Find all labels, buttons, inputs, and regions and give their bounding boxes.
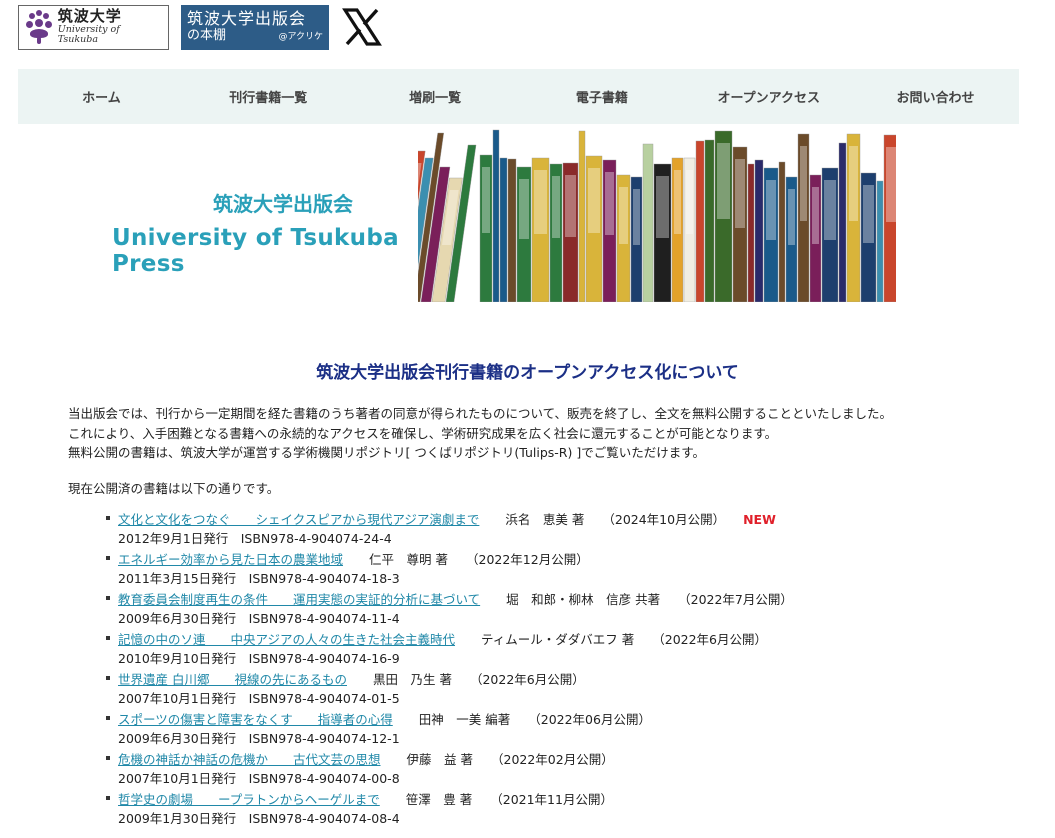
book-publication-info: 2009年1月30日発行 ISBN978-4-904074-08-4 xyxy=(118,811,400,826)
hero-title: 筑波大学出版会 University of Tsukuba Press xyxy=(112,188,448,277)
nav-home[interactable]: ホーム xyxy=(18,69,185,124)
book-title-link[interactable]: スポーツの傷害と障害をなくす 指導者の心得 xyxy=(118,712,393,727)
university-logo-jp: 筑波大学 xyxy=(57,7,122,26)
book-publication-info: 2011年3月15日発行 ISBN978-4-904074-18-3 xyxy=(118,571,400,586)
open-access-book-list: 文化と文化をつなぐ シェイクスピアから現代アジア演劇まで 浜名 恵美 著 （2024… xyxy=(104,510,793,830)
list-item: エネルギー効率から見た日本の農業地域 仁平 尊明 著 （2022年12月公開） 201… xyxy=(104,550,793,590)
list-item: 記憶の中のソ連 中央アジアの人々の生きた社会主義時代 ティムール・ダダバエフ 著 （… xyxy=(104,630,793,670)
header-logos: 筑波大学 University of Tsukuba 筑波大学出版会 の本棚 @ア… xyxy=(18,4,383,50)
book-author: 黒田 乃生 著 xyxy=(372,672,452,687)
book-release-date: （2022年12月公開） xyxy=(466,552,589,567)
book-release-date: （2021年11月公開） xyxy=(490,792,613,807)
press-logo-line2: の本棚 xyxy=(187,27,227,43)
intro-line: これにより、入手困難となる書籍への永続的なアクセスを確保し、学術研究成果を広く社… xyxy=(68,425,778,441)
hero-title-en: University of Tsukuba Press xyxy=(112,225,399,277)
book-release-date: （2022年7月公開） xyxy=(678,592,793,607)
nav-contact[interactable]: お問い合わせ xyxy=(852,69,1019,124)
bookshelf-image xyxy=(418,129,896,302)
book-title-link[interactable]: エネルギー効率から見た日本の農業地域 xyxy=(118,552,343,567)
book-author: 田神 一美 編著 xyxy=(418,712,511,727)
new-badge: NEW xyxy=(743,512,776,527)
book-author: 伊藤 益 著 xyxy=(406,752,473,767)
book-title-link[interactable]: 文化と文化をつなぐ シェイクスピアから現代アジア演劇まで xyxy=(118,512,479,527)
list-item: 教育委員会制度再生の条件 運用実態の実証的分析に基づいて 堀 和郎・柳林 信彦 共… xyxy=(104,590,793,630)
list-item: 哲学史の劇場 ープラトンからヘーゲルまで 笹澤 豊 著 （2021年11月公開） 20… xyxy=(104,790,793,830)
press-logo-line1: 筑波大学出版会 xyxy=(187,9,307,29)
list-item: スポーツの傷害と障害をなくす 指導者の心得 田神 一美 編著 （2022年06月公開… xyxy=(104,710,793,750)
hero-title-jp: 筑波大学出版会 xyxy=(213,192,353,216)
main-nav: ホーム 刊行書籍一覧 増刷一覧 電子書籍 オープンアクセス お問い合わせ xyxy=(18,69,1019,124)
book-publication-info: 2007年10月1日発行 ISBN978-4-904074-00-8 xyxy=(118,771,400,786)
nav-publications[interactable]: 刊行書籍一覧 xyxy=(185,69,352,124)
book-release-date: （2024年10月公開） xyxy=(602,512,726,527)
list-item: 世界遺産 白川郷 視線の先にあるもの 黒田 乃生 著 （2022年6月公開） 2007… xyxy=(104,670,793,710)
university-logo-en: University of Tsukuba xyxy=(57,23,120,46)
book-title-link[interactable]: 世界遺産 白川郷 視線の先にあるもの xyxy=(118,672,347,687)
book-title-link[interactable]: 哲学史の劇場 ープラトンからヘーゲルまで xyxy=(118,792,380,807)
book-author: 仁平 尊明 著 xyxy=(369,552,448,567)
university-logo[interactable]: 筑波大学 University of Tsukuba xyxy=(18,4,169,50)
book-title-link[interactable]: 記憶の中のソ連 中央アジアの人々の生きた社会主義時代 xyxy=(118,632,455,647)
paulownia-crest-icon xyxy=(25,10,53,44)
current-books-label: 現在公開済の書籍は以下の通りです。 xyxy=(68,481,280,496)
book-release-date: （2022年6月公開） xyxy=(652,632,768,647)
nav-ebooks[interactable]: 電子書籍 xyxy=(518,69,685,124)
intro-text: 当出版会では、刊行から一定期間を経た書籍のうち著者の同意が得られたものについて、… xyxy=(68,404,892,463)
book-author: 堀 和郎・柳林 信彦 共著 xyxy=(506,592,661,607)
nav-reprints[interactable]: 増刷一覧 xyxy=(352,69,519,124)
book-release-date: （2022年6月公開） xyxy=(469,672,585,687)
book-author: ティムール・ダダバエフ 著 xyxy=(481,632,635,647)
page-heading: 筑波大学出版会刊行書籍のオープンアクセス化について xyxy=(316,363,739,383)
book-publication-info: 2009年6月30日発行 ISBN978-4-904074-11-4 xyxy=(118,611,400,626)
book-publication-info: 2009年6月30日発行 ISBN978-4-904074-12-1 xyxy=(118,731,400,746)
intro-line: 無料公開の書籍は、筑波大学が運営する学術機関リポジトリ[ つくばリポジトリ(Tu… xyxy=(68,445,705,460)
x-logo-icon[interactable] xyxy=(341,6,383,48)
book-publication-info: 2010年9月10日発行 ISBN978-4-904074-16-9 xyxy=(118,651,400,666)
list-item: 文化と文化をつなぐ シェイクスピアから現代アジア演劇まで 浜名 恵美 著 （2024… xyxy=(104,510,793,550)
book-title-link[interactable]: 危機の神話か神話の危機か 古代文芸の思想 xyxy=(118,752,381,767)
press-logo-handle: @アクリケ xyxy=(278,31,323,42)
book-title-link[interactable]: 教育委員会制度再生の条件 運用実態の実証的分析に基づいて xyxy=(118,592,480,607)
book-publication-info: 2012年9月1日発行 ISBN978-4-904074-24-4 xyxy=(118,531,392,546)
list-item: 危機の神話か神話の危機か 古代文芸の思想 伊藤 益 著 （2022年02月公開） 20… xyxy=(104,750,793,790)
book-publication-info: 2007年10月1日発行 ISBN978-4-904074-01-5 xyxy=(118,691,400,706)
nav-open-access[interactable]: オープンアクセス xyxy=(685,69,852,124)
book-author: 浜名 恵美 著 xyxy=(505,512,585,527)
book-author: 笹澤 豊 著 xyxy=(405,792,473,807)
intro-line: 当出版会では、刊行から一定期間を経た書籍のうち著者の同意が得られたものについて、… xyxy=(68,406,893,421)
press-bookshelf-logo[interactable]: 筑波大学出版会 の本棚 @アクリケ xyxy=(181,4,329,50)
book-release-date: （2022年02月公開） xyxy=(491,752,614,767)
book-release-date: （2022年06月公開） xyxy=(528,712,651,727)
